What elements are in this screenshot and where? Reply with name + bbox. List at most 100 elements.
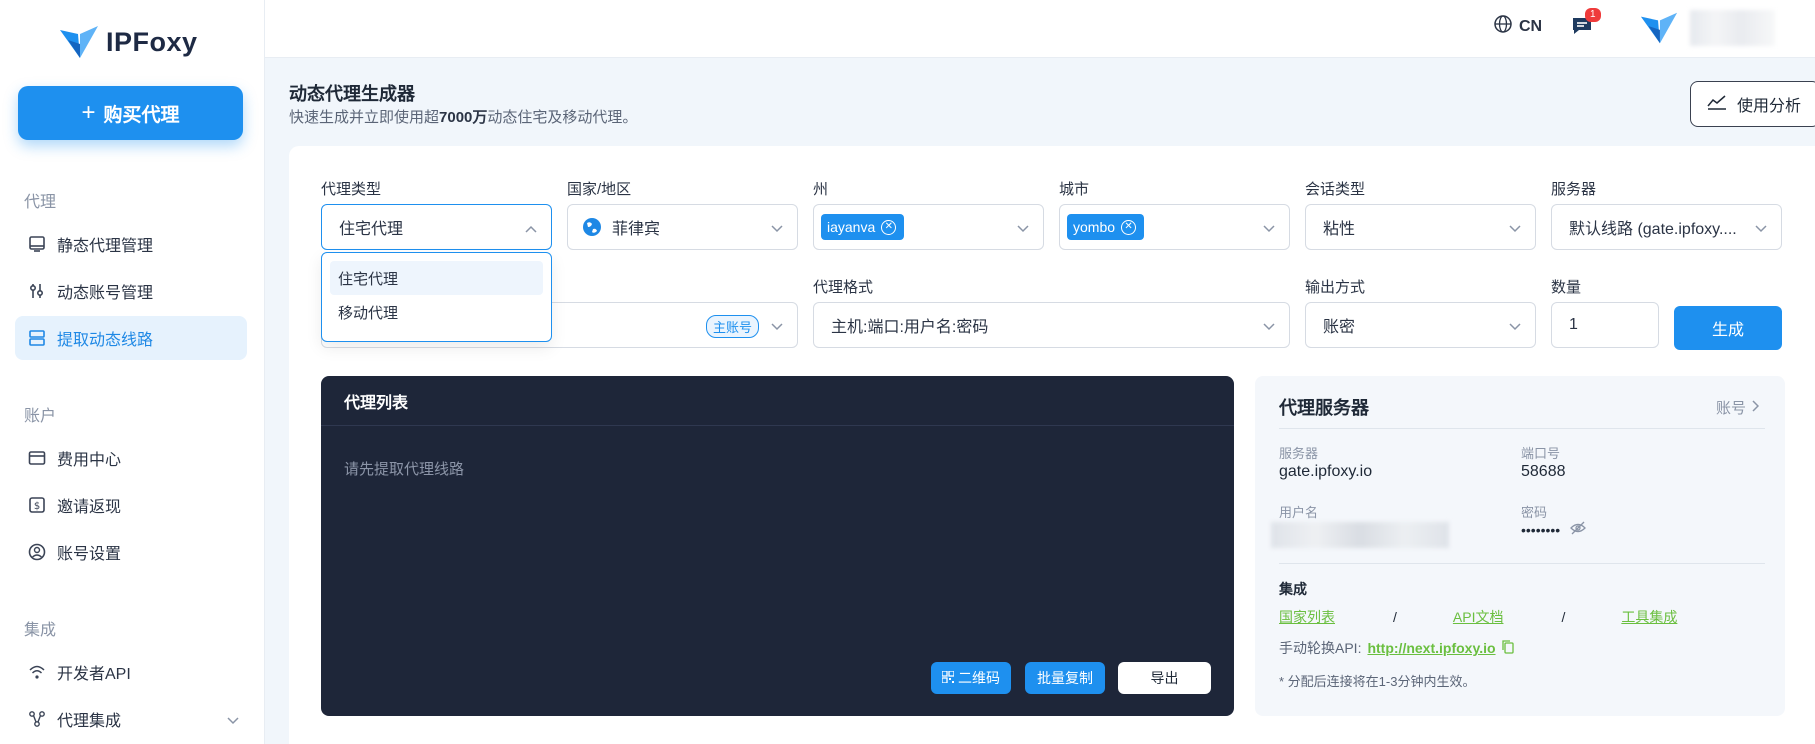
- sidebar-item-static-proxy[interactable]: 静态代理管理: [15, 222, 247, 266]
- buy-proxy-label: 购买代理: [103, 104, 180, 126]
- globe-icon: [582, 217, 602, 237]
- chevron-down-icon: [1263, 318, 1275, 336]
- svg-text:$: $: [34, 501, 40, 512]
- output-method-select[interactable]: 账密: [1305, 302, 1536, 348]
- rotate-api-label: 手动轮换API:: [1279, 640, 1362, 656]
- plus-icon: +: [81, 99, 96, 126]
- chevron-down-icon: [1509, 318, 1521, 336]
- subtitle-text: 动态住宅及移动代理。: [487, 109, 638, 126]
- chevron-down-icon[interactable]: [227, 712, 239, 730]
- username-key: 用户名: [1279, 505, 1319, 520]
- tool-integration-link[interactable]: 工具集成: [1621, 607, 1677, 627]
- city-select[interactable]: yombo ✕: [1059, 204, 1290, 250]
- buy-proxy-button[interactable]: + 购买代理: [18, 86, 243, 140]
- sidebar-item-label: 提取动态线路: [57, 332, 154, 349]
- globe-icon: [1493, 14, 1513, 39]
- dropdown-option-mobile[interactable]: 移动代理: [330, 295, 543, 329]
- city-chip-label: yombo: [1073, 219, 1116, 235]
- chevron-down-icon: [1509, 220, 1521, 238]
- rotate-api-link[interactable]: http://next.ipfoxy.io: [1367, 640, 1495, 656]
- brand-logo[interactable]: IPFoxy: [58, 22, 198, 62]
- proxy-type-value: 住宅代理: [339, 221, 404, 238]
- session-type-select[interactable]: 粘性: [1305, 204, 1536, 250]
- sidebar-item-label: 动态账号管理: [57, 285, 154, 302]
- quantity-label: 数量: [1551, 279, 1582, 296]
- session-type-value: 粘性: [1323, 221, 1356, 238]
- server-label: 服务器: [1551, 181, 1597, 198]
- qr-code-button[interactable]: 二维码: [931, 662, 1011, 694]
- sidebar-item-billing[interactable]: 费用中心: [15, 436, 247, 480]
- username-redacted[interactable]: [1271, 522, 1449, 548]
- output-method-label: 输出方式: [1305, 279, 1366, 296]
- export-button[interactable]: 导出: [1118, 662, 1211, 694]
- sidebar-item-developer-api[interactable]: 开发者API: [15, 650, 247, 694]
- state-select[interactable]: iayanva ✕: [813, 204, 1044, 250]
- chevron-down-icon: [771, 220, 783, 238]
- generate-button[interactable]: 生成: [1674, 306, 1782, 350]
- language-label: CN: [1519, 17, 1543, 35]
- sidebar-item-proxy-integration[interactable]: 代理集成: [15, 697, 247, 741]
- chevron-down-icon: [771, 318, 783, 336]
- divider: [1279, 428, 1765, 429]
- server-icon: [27, 328, 47, 348]
- sidebar-item-label: 静态代理管理: [57, 238, 154, 255]
- port-value-text[interactable]: 58688: [1521, 463, 1566, 481]
- brand-name: IPFoxy: [106, 26, 198, 57]
- user-name-redacted[interactable]: [1690, 10, 1775, 46]
- copy-icon[interactable]: [1501, 639, 1514, 657]
- proxy-type-select[interactable]: 住宅代理: [321, 204, 552, 250]
- close-icon[interactable]: ✕: [1121, 219, 1137, 235]
- integration-title: 集成: [1279, 581, 1307, 597]
- country-value: 菲律宾: [612, 221, 661, 238]
- subtitle-text: 快速生成并立即使用超: [289, 109, 440, 126]
- server-select[interactable]: 默认线路 (gate.ipfoxy....: [1551, 204, 1782, 250]
- state-chip[interactable]: iayanva ✕: [821, 214, 905, 240]
- separator: /: [1393, 609, 1397, 625]
- avatar[interactable]: [1639, 10, 1679, 46]
- quantity-input[interactable]: 1: [1551, 302, 1659, 348]
- account-link[interactable]: 账号: [1715, 397, 1760, 418]
- proxy-type-dropdown: 住宅代理 移动代理: [321, 252, 552, 342]
- close-icon[interactable]: ✕: [881, 219, 897, 235]
- sidebar-item-referral[interactable]: $ 邀请返现: [15, 483, 247, 527]
- usage-analysis-button[interactable]: 使用分析: [1690, 81, 1815, 127]
- usage-analysis-label: 使用分析: [1737, 98, 1802, 115]
- section-integration: 集成: [24, 622, 57, 639]
- dropdown-option-residential[interactable]: 住宅代理: [330, 261, 543, 295]
- city-chip[interactable]: yombo ✕: [1067, 214, 1145, 240]
- user-circle-icon: [27, 542, 47, 562]
- sidebar: IPFoxy + 购买代理 代理 静态代理管理 动态账号管理 提取动态线路 账户…: [0, 0, 265, 744]
- message-count-badge: 1: [1585, 8, 1601, 22]
- sidebar-item-dynamic-account[interactable]: 动态账号管理: [15, 269, 247, 313]
- dollar-icon: $: [27, 495, 47, 515]
- language-switch[interactable]: CN: [1493, 14, 1542, 39]
- quantity-value: 1: [1569, 316, 1578, 333]
- fox-logo-icon: [1640, 12, 1678, 44]
- country-select[interactable]: 菲律宾: [567, 204, 798, 250]
- sidebar-item-account-settings[interactable]: 账号设置: [15, 530, 247, 574]
- chat-icon: [1570, 18, 1594, 42]
- batch-copy-button[interactable]: 批量复制: [1025, 662, 1105, 694]
- proxy-format-value: 主机:端口:用户名:密码: [831, 319, 989, 336]
- server-value-text[interactable]: gate.ipfoxy.io: [1279, 463, 1372, 481]
- output-method-value: 账密: [1323, 319, 1356, 336]
- sidebar-item-label: 开发者API: [57, 666, 131, 683]
- proxy-list-empty-text: 请先提取代理线路: [344, 461, 465, 478]
- chevron-down-icon: [1755, 220, 1767, 238]
- page-title: 动态代理生成器: [289, 84, 415, 104]
- section-account: 账户: [24, 408, 57, 425]
- section-proxy: 代理: [24, 194, 57, 211]
- sidebar-item-label: 邀请返现: [57, 499, 122, 516]
- eye-off-icon[interactable]: [1570, 521, 1587, 538]
- subtitle-highlight: 7000万: [439, 109, 488, 126]
- server-value: 默认线路 (gate.ipfoxy....: [1569, 221, 1737, 238]
- chevron-down-icon: [1017, 220, 1029, 238]
- api-docs-link[interactable]: API文档: [1453, 607, 1504, 627]
- password-masked: ••••••••: [1521, 521, 1561, 538]
- chevron-up-icon: [525, 220, 537, 238]
- rotate-api-row: 手动轮换API: http://next.ipfoxy.io: [1279, 638, 1514, 658]
- proxy-format-select[interactable]: 主机:端口:用户名:密码: [813, 302, 1290, 348]
- country-list-link[interactable]: 国家列表: [1279, 607, 1335, 627]
- account-link-label: 账号: [1715, 400, 1746, 417]
- sidebar-item-extract-dynamic[interactable]: 提取动态线路: [15, 316, 247, 360]
